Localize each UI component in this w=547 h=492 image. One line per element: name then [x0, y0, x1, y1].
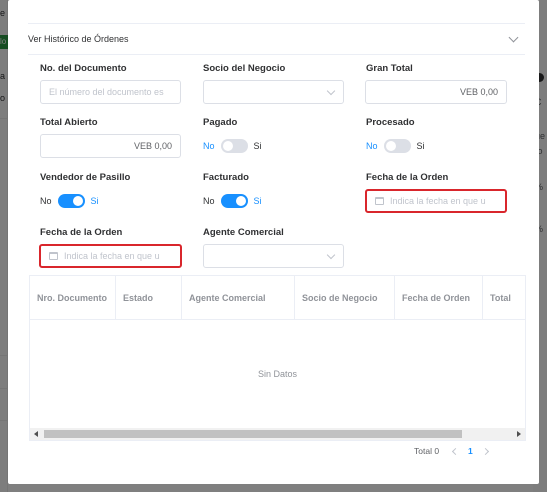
switch-knob — [72, 196, 83, 206]
scroll-left-icon[interactable] — [34, 431, 38, 437]
open-total-label: Total Abierto — [40, 117, 98, 128]
order-date-from-input[interactable]: Indica la fecha en que u — [365, 189, 507, 213]
invoiced-label: Facturado — [203, 172, 249, 183]
document-no-label: No. del Documento — [40, 63, 127, 74]
document-no-input[interactable]: El número del documento es — [40, 80, 181, 104]
scroll-right-icon[interactable] — [517, 431, 521, 437]
order-date-to-label: Fecha de la Orden — [40, 227, 123, 238]
order-history-collapse-header[interactable]: Ver Histórico de Órdenes — [28, 23, 525, 55]
aisle-seller-label: Vendedor de Pasillo — [40, 172, 131, 183]
paid-on-label[interactable]: Si — [254, 141, 262, 151]
column-header-status[interactable]: Estado — [116, 276, 182, 319]
page-number-current[interactable]: 1 — [468, 446, 473, 456]
invoiced-switch[interactable] — [220, 194, 248, 208]
select-arrow-icon — [326, 250, 336, 260]
business-partner-label: Socio del Negocio — [203, 63, 286, 74]
business-partner-select[interactable] — [203, 80, 344, 104]
prev-page-icon[interactable] — [452, 447, 460, 455]
paid-switch-row: No Si — [203, 139, 262, 153]
calendar-icon — [375, 197, 384, 205]
aisle-seller-off-label[interactable]: No — [40, 196, 52, 206]
grand-total-label: Gran Total — [366, 63, 413, 74]
paid-label: Pagado — [203, 117, 238, 128]
invoiced-switch-row: No Si — [203, 194, 262, 208]
switch-knob — [235, 196, 246, 206]
table-horizontal-scrollbar[interactable] — [30, 428, 525, 440]
aisle-seller-on-label[interactable]: Si — [91, 196, 99, 206]
column-header-order-date[interactable]: Fecha de Orden — [395, 276, 483, 319]
chevron-down-icon[interactable] — [508, 32, 519, 42]
next-page-icon[interactable] — [481, 447, 489, 455]
pagination: Total 0 1 — [414, 445, 498, 457]
grand-total-input[interactable]: VEB 0,00 — [365, 80, 507, 104]
table-header: Nro. Documento Estado Agente Comercial S… — [30, 276, 525, 320]
collapse-title: Ver Histórico de Órdenes — [28, 34, 129, 44]
processed-switch-row: No Si — [366, 139, 425, 153]
order-history-dialog: Ver Histórico de Órdenes No. del Documen… — [8, 0, 539, 484]
calendar-icon — [49, 252, 58, 260]
open-total-input[interactable]: VEB 0,00 — [40, 134, 181, 158]
processed-label: Procesado — [366, 117, 415, 128]
table-empty-text: Sin Datos — [257, 369, 298, 379]
switch-knob — [385, 141, 396, 151]
select-arrow-icon — [326, 86, 336, 96]
paid-off-label[interactable]: No — [203, 141, 215, 151]
switch-knob — [222, 141, 233, 151]
document-no-placeholder: El número del documento es — [49, 87, 164, 97]
orders-table: Nro. Documento Estado Agente Comercial S… — [29, 275, 526, 441]
invoiced-on-label[interactable]: Si — [254, 196, 262, 206]
paid-switch[interactable] — [220, 139, 248, 153]
order-date-from-label: Fecha de la Orden — [366, 172, 449, 183]
processed-off-label[interactable]: No — [366, 141, 378, 151]
column-header-business-partner[interactable]: Socio de Negocio — [295, 276, 395, 319]
column-header-document-no[interactable]: Nro. Documento — [30, 276, 116, 319]
grand-total-value: VEB 0,00 — [459, 87, 498, 97]
scrollbar-thumb[interactable] — [44, 430, 462, 438]
sales-agent-select[interactable] — [203, 244, 344, 268]
aisle-seller-switch[interactable] — [57, 194, 85, 208]
order-date-to-placeholder: Indica la fecha en que u — [64, 251, 160, 261]
processed-switch[interactable] — [383, 139, 411, 153]
pagination-total: Total 0 — [414, 446, 440, 456]
aisle-seller-switch-row: No Si — [40, 194, 99, 208]
column-header-total[interactable]: Total — [483, 276, 525, 319]
open-total-value: VEB 0,00 — [133, 141, 172, 151]
sales-agent-label: Agente Comercial — [203, 227, 284, 238]
order-date-to-input[interactable]: Indica la fecha en que u — [39, 244, 182, 268]
processed-on-label[interactable]: Si — [417, 141, 425, 151]
order-date-from-placeholder: Indica la fecha en que u — [390, 196, 486, 206]
column-header-sales-agent[interactable]: Agente Comercial — [182, 276, 295, 319]
invoiced-off-label[interactable]: No — [203, 196, 215, 206]
